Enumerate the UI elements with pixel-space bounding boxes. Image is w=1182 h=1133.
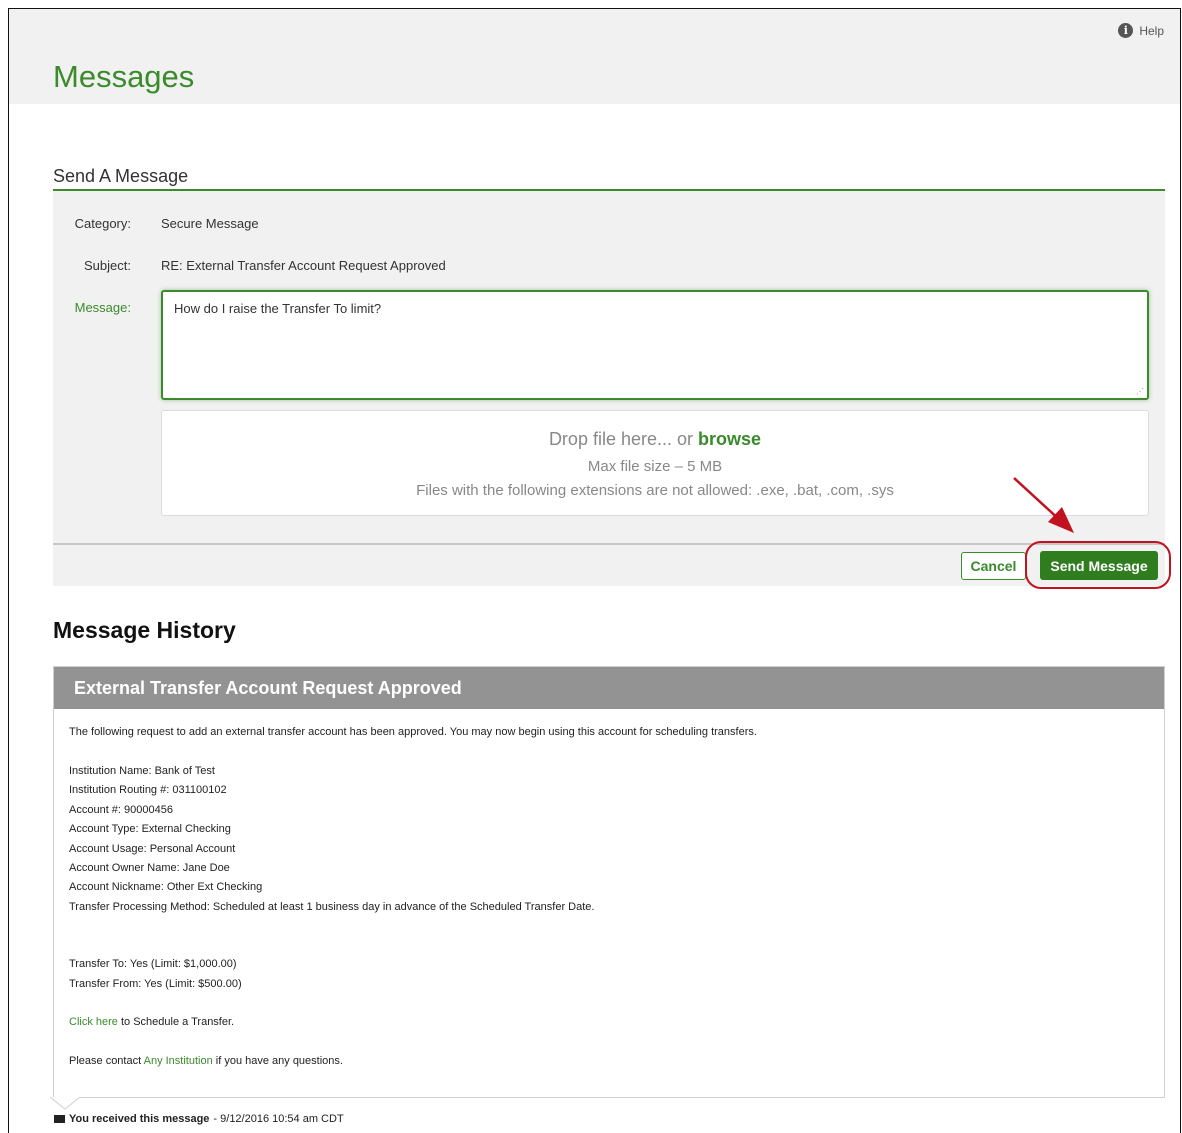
detail-line: Account Usage: Personal Account [69, 843, 236, 855]
limit-line: Transfer From: Yes (Limit: $500.00) [69, 978, 242, 990]
click-here-link[interactable]: Click here [69, 1016, 118, 1028]
envelope-icon [54, 1115, 65, 1123]
message-intro: The following request to add an external… [69, 726, 757, 738]
received-label: You received this message [69, 1113, 210, 1125]
detail-line: Institution Name: Bank of Test [69, 765, 215, 777]
detail-line: Transfer Processing Method: Scheduled at… [69, 901, 595, 913]
detail-line: Account Owner Name: Jane Doe [69, 862, 230, 874]
received-date: - 9/12/2016 10:54 am CDT [213, 1113, 344, 1125]
message-card: External Transfer Account Request Approv… [53, 666, 1165, 1098]
card-pointer [50, 1097, 81, 1110]
limit-line: Transfer To: Yes (Limit: $1,000.00) [69, 958, 237, 970]
detail-line: Account Type: External Checking [69, 823, 231, 835]
detail-line: Institution Routing #: 031100102 [69, 784, 227, 796]
annotation-arrow-icon [1013, 477, 1074, 533]
schedule-text: to Schedule a Transfer. [120, 1016, 235, 1028]
contact-suffix: if you have any questions. [215, 1055, 343, 1067]
detail-line: Account Nickname: Other Ext Checking [69, 881, 263, 893]
contact-prefix: Please contact [69, 1055, 142, 1067]
institution-link[interactable]: Any Institution [144, 1055, 213, 1067]
received-info: You received this message - 9/12/2016 10… [54, 1113, 344, 1125]
message-card-title: External Transfer Account Request Approv… [54, 667, 1164, 709]
detail-line: Account #: 90000456 [69, 804, 173, 816]
contact-line: Please contact Any Institution if you ha… [69, 1055, 343, 1067]
schedule-transfer-line: Click here to Schedule a Transfer. [69, 1016, 234, 1028]
message-history-title: Message History [53, 617, 236, 643]
